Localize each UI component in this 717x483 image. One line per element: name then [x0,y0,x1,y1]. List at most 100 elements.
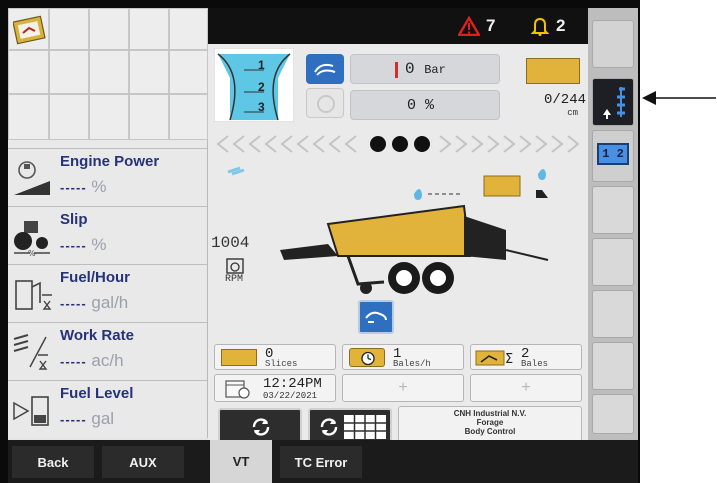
pressure-marker [395,62,398,78]
softkey-blank[interactable] [592,290,634,338]
metric-label: Slip [60,211,88,228]
vendor-name: CNH Industrial N.V. [453,409,527,418]
metric-label: Fuel/Hour [60,269,130,286]
display-screen: Engine Power ----- % % Slip ----- % Fuel… [8,8,638,483]
tab-back[interactable]: Back [12,446,94,478]
grid-cell[interactable] [89,94,129,140]
bale-length-unit: cm [567,108,578,118]
left-panel: Engine Power ----- % % Slip ----- % Fuel… [8,8,208,438]
total-bales-counter: Σ 2 Bales [470,344,582,370]
svg-text:Σ: Σ [505,352,513,367]
manual-book-icon [13,15,46,45]
add-slot-label: + [398,379,408,396]
bale-total-sigma-icon: Σ [475,350,513,367]
metric-value: ----- gal [60,409,115,428]
softkey-list-up[interactable] [592,78,634,126]
fuel-hour-icon [15,280,52,310]
gear-2-label: 2 [258,80,265,94]
add-slot-label: + [521,379,531,396]
list-arrow-up-icon [603,87,625,119]
main-view: 1 2 3 0 Bar 0 % 0/244 cm 1004 RPM 0 Slic… [208,44,588,446]
grid-cell[interactable] [169,50,208,94]
auto-mode-button[interactable] [358,300,394,334]
percent-value: 0 % [407,97,435,114]
right-softkey-strip: 1 2 [588,8,638,440]
grid-cell[interactable] [169,8,208,50]
bales-per-hour-counter: 1 Bales/h [342,344,464,370]
softkey-blank[interactable] [592,342,634,390]
rpm-gauge-icon [226,258,244,274]
alarm-count: 7 [486,16,496,35]
wrap-faded-icon [317,95,335,113]
slices-unit: Slices [265,359,298,369]
softkey-blank[interactable] [592,238,634,286]
cycle-grid-button[interactable] [308,408,392,444]
split-view-label: 1 2 [597,143,629,165]
tab-aux[interactable]: AUX [102,446,184,478]
baler-diagram [227,166,549,294]
gear-1-label: 1 [258,58,265,72]
cycle-button[interactable] [218,408,302,444]
metric-value: ----- % [60,235,107,254]
softkey-blank[interactable] [592,394,634,434]
fuel-level-metric[interactable]: Fuel Level ----- gal [8,380,208,438]
rpm-value: 1004 [211,234,250,252]
refresh-icon [320,418,338,436]
grid-cell[interactable] [169,94,208,140]
slip-metric[interactable]: % Slip ----- % [8,206,208,264]
gear-selector[interactable] [214,48,294,122]
metric-value: ----- % [60,177,107,196]
grid-cell[interactable] [49,50,89,94]
grid-cell[interactable] [89,8,129,50]
softkey-split-view[interactable]: 1 2 [592,130,634,182]
pressure-box: 0 Bar [350,54,500,84]
bale-length-value: 0/244 [543,92,586,108]
fuel-level-icon [13,396,49,426]
empty-slot-2[interactable]: + [470,374,582,402]
hand-control-icon [365,311,387,323]
svg-text:%: % [28,249,36,257]
grid-cell[interactable] [129,50,169,94]
empty-slot-1[interactable]: + [342,374,464,402]
grid-cell[interactable] [129,8,169,50]
wrap-secondary-button[interactable] [306,88,344,118]
fuel-hour-metric[interactable]: Fuel/Hour ----- gal/h [8,264,208,322]
status-bar: 7 2 [208,8,588,44]
alarm-indicator[interactable]: 7 [458,16,495,36]
annotation-arrow [642,91,716,105]
engine-power-metric[interactable]: Engine Power ----- % [8,148,208,206]
datetime-box: 12:24PM 03/22/2021 [214,374,336,402]
clock-date: 03/22/2021 [263,391,318,401]
wrap-mode-button[interactable] [306,54,344,84]
clock-time: 12:24PM [263,376,322,392]
grid-cell[interactable] [49,8,89,50]
notification-indicator[interactable]: 2 [530,16,565,36]
grid-layout-icon [344,415,386,439]
softkey-blank[interactable] [592,186,634,234]
work-rate-icon [13,334,48,370]
grid-cell[interactable] [8,94,49,140]
notification-count: 2 [556,16,566,35]
shortcut-grid [8,8,208,140]
metric-label: Engine Power [60,153,160,170]
grid-cell[interactable] [129,94,169,140]
softkey-blank-top[interactable] [592,20,634,68]
warning-triangle-icon [458,16,480,36]
metric-label: Work Rate [60,327,134,344]
bale-progress-indicator [216,135,580,153]
metric-value: ----- ac/h [60,351,124,370]
refresh-icon [252,418,270,436]
tab-vt[interactable]: VT [210,440,272,483]
slices-icon [221,349,257,366]
metric-label: Fuel Level [60,385,134,402]
gear-3-label: 3 [258,100,265,114]
grid-cell[interactable] [49,94,89,140]
bales-per-hour-unit: Bales/h [393,359,431,369]
grid-cell-manual[interactable] [8,8,49,50]
tab-tc-error[interactable]: TC Error [280,446,362,478]
grid-cell[interactable] [8,50,49,94]
total-bales-unit: Bales [521,359,549,369]
percent-box: 0 % [350,90,500,120]
work-rate-metric[interactable]: Work Rate ----- ac/h [8,322,208,380]
grid-cell[interactable] [89,50,129,94]
